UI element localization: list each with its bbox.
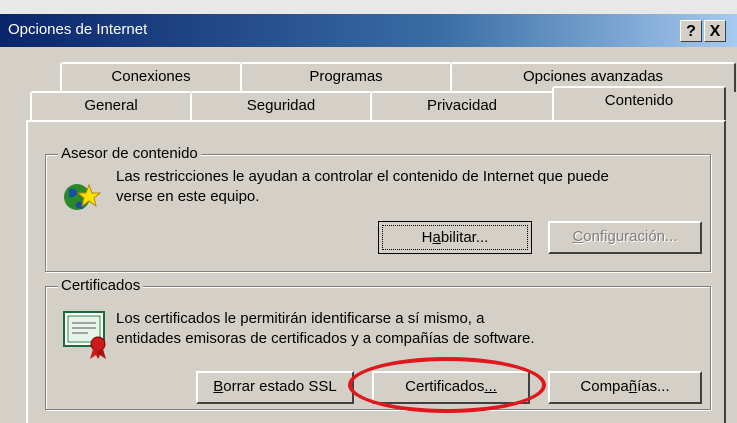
tab-contenido[interactable]: Contenido (552, 86, 726, 120)
tab-conexiones[interactable]: Conexiones (60, 62, 242, 92)
tab-panel-contenido: Asesor de contenido Las restricciones le… (26, 120, 726, 423)
title-bar: Opciones de Internet ? X (0, 14, 737, 47)
window-title: Opciones de Internet (8, 21, 148, 38)
tab-seguridad[interactable]: Seguridad (190, 91, 372, 121)
clear-ssl-state-button[interactable]: Borrar estado SSL (196, 371, 354, 404)
content-advisor-desc-1: Las restricciones le ayudan a controlar … (116, 168, 609, 185)
certificates-button[interactable]: Certificados... (372, 371, 530, 404)
close-button[interactable]: X (704, 20, 726, 42)
publishers-button[interactable]: Compañías... (548, 371, 702, 404)
help-button[interactable]: ? (680, 20, 702, 42)
certificates-desc-1: Los certificados le permitirán identific… (116, 310, 485, 327)
content-advisor-desc-2: verse en este equipo. (116, 188, 260, 205)
certificates-legend: Certificados (58, 277, 144, 294)
tab-general[interactable]: General (30, 91, 192, 121)
tab-privacidad[interactable]: Privacidad (370, 91, 554, 121)
internet-options-window: Opciones de Internet ? X Conexiones Prog… (0, 0, 737, 423)
enable-button[interactable]: Habilitar... (378, 221, 532, 254)
content-advisor-legend: Asesor de contenido (58, 145, 201, 162)
certificate-icon (63, 311, 106, 359)
certificates-desc-2: entidades emisoras de certificados y a c… (116, 330, 535, 347)
certificates-group: Certificados Los certificados le permiti… (45, 277, 711, 410)
background-strip (0, 0, 737, 14)
globe-star-icon (64, 183, 101, 210)
settings-button[interactable]: Configuración... (548, 221, 702, 254)
tab-programas[interactable]: Programas (240, 62, 452, 92)
content-advisor-group: Asesor de contenido Las restricciones le… (45, 145, 711, 272)
